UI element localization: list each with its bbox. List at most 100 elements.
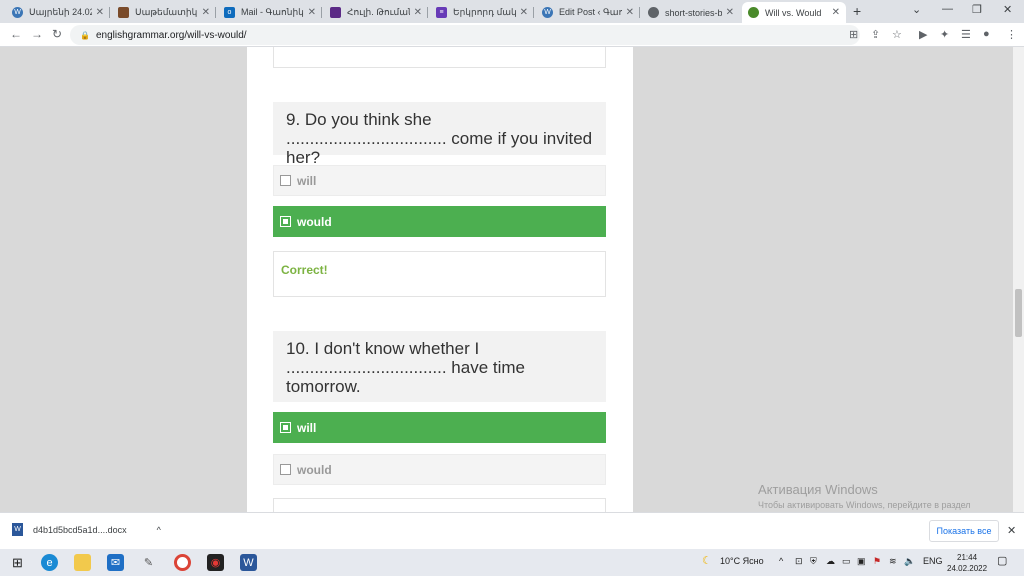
url-text: englishgrammar.org/will-vs-would/ — [95, 29, 247, 41]
tab-2[interactable]: Սաթեմատիկա Տ ✕ — [112, 2, 216, 23]
tab-7[interactable]: short-stories-brit ✕ — [642, 2, 740, 23]
tab-title: Will vs. Would — [765, 7, 822, 18]
lock-icon: 🔒 — [80, 30, 90, 40]
close-icon[interactable]: ✕ — [626, 7, 634, 18]
profile-icon[interactable]: ● — [983, 28, 990, 40]
option-label: would — [297, 462, 332, 477]
weather-text[interactable]: 10°C Ясно — [720, 556, 764, 566]
language-indicator[interactable]: ENG — [923, 556, 943, 566]
tab-3[interactable]: o Mail - Գաոնիկ Ի ✕ — [218, 2, 322, 23]
new-tab-button[interactable]: + — [853, 3, 861, 19]
tab-title: Սաթեմատիկա Տ — [135, 7, 198, 17]
tab-4[interactable]: Հուլի. Թումանյա ✕ — [324, 2, 428, 23]
clock[interactable]: 21:44 24.02.2022 — [947, 552, 987, 574]
tab-title: Հուլի. Թումանյա — [347, 7, 410, 17]
menu-icon[interactable]: ⋮ — [1006, 28, 1017, 41]
feedback-text: Correct! — [281, 263, 328, 277]
reading-list-icon[interactable]: ☰ — [961, 28, 971, 41]
reload-button[interactable]: ↻ — [52, 27, 62, 41]
close-icon[interactable]: ✕ — [308, 7, 316, 18]
tab-5[interactable]: ≡ Երկրորդ մակար ✕ — [430, 2, 534, 23]
tab-title: Mail - Գաոնիկ Ի — [241, 7, 304, 17]
translate-icon[interactable]: ⊞ — [849, 28, 858, 41]
close-icon[interactable]: ✕ — [832, 7, 840, 18]
chevron-up-icon[interactable]: ^ — [157, 525, 161, 535]
close-icon[interactable]: ✕ — [414, 7, 422, 18]
feedback-box: Correct! — [273, 251, 606, 297]
back-button[interactable]: ← — [10, 27, 22, 41]
word-doc-icon: W — [12, 523, 23, 536]
chevron-down-icon[interactable]: ⌄ — [912, 3, 921, 16]
checkbox-icon[interactable] — [280, 464, 291, 475]
maximize-button[interactable]: ❐ — [972, 3, 982, 16]
share-icon[interactable]: ⇪ — [871, 28, 880, 41]
battery-icon[interactable]: ▭ — [842, 556, 851, 567]
window-close-button[interactable]: ✕ — [1003, 3, 1012, 16]
chevron-up-icon[interactable]: ^ — [779, 556, 783, 566]
word-icon[interactable]: W — [240, 554, 257, 571]
network-icon[interactable]: ⊡ — [795, 556, 803, 567]
edge-icon[interactable]: e — [41, 554, 58, 571]
extensions-icon[interactable]: ✦ — [940, 28, 949, 41]
close-icon[interactable]: ✕ — [1007, 524, 1016, 537]
close-icon[interactable]: ✕ — [726, 7, 734, 18]
windows-start-icon[interactable]: ⊞ — [9, 554, 26, 571]
option-will-selected[interactable]: will — [273, 412, 606, 443]
checkbox-checked-icon[interactable] — [280, 422, 291, 433]
question-10: 10. I don't know whether I .............… — [273, 331, 606, 402]
option-label: will — [297, 173, 317, 188]
checkbox-checked-icon[interactable] — [280, 216, 291, 227]
cloud-icon[interactable]: ☁ — [826, 556, 835, 567]
scrollbar-thumb[interactable] — [1015, 289, 1022, 337]
site-icon — [748, 7, 759, 18]
close-icon[interactable]: ✕ — [520, 7, 528, 18]
star-icon[interactable]: ☆ — [892, 28, 902, 41]
shield-icon[interactable]: ⛨ — [810, 556, 817, 567]
question-9: 9. Do you think she ....................… — [273, 102, 606, 167]
tab-1[interactable]: W Սայրենի 24.02.2 ✕ — [6, 2, 110, 23]
browser-toolbar: ← → ↻ 🔒 englishgrammar.org/will-vs-would… — [0, 23, 1024, 47]
flag-icon[interactable]: ⚑ — [873, 556, 881, 567]
tab-strip: W Սայրենի 24.02.2 ✕ Սաթեմատիկա Տ ✕ o Mai… — [0, 0, 1024, 23]
close-icon[interactable]: ✕ — [96, 7, 104, 18]
notifications-icon[interactable]: ▢ — [997, 554, 1007, 567]
option-will[interactable]: will — [273, 165, 606, 196]
volume-icon[interactable]: 🔈 — [904, 556, 915, 567]
wifi-icon[interactable]: ≋ — [889, 556, 897, 567]
paint-icon[interactable]: ✎ — [140, 554, 157, 571]
tab-title: short-stories-brit — [665, 7, 722, 18]
page-scrollbar[interactable] — [1013, 47, 1024, 512]
show-all-button[interactable]: Показать все — [929, 520, 999, 542]
play-icon[interactable]: ▶ — [919, 28, 927, 41]
option-label: would — [297, 214, 332, 229]
address-bar[interactable]: 🔒 englishgrammar.org/will-vs-would/ — [70, 25, 860, 45]
minimize-button[interactable]: — — [942, 3, 953, 15]
checkbox-icon[interactable] — [280, 175, 291, 186]
form-icon: ≡ — [436, 7, 447, 18]
chrome-icon[interactable] — [174, 554, 191, 571]
close-icon[interactable]: ✕ — [202, 7, 210, 18]
tab-title: Սայրենի 24.02.2 — [29, 7, 92, 17]
option-would-selected[interactable]: would — [273, 206, 606, 237]
globe-icon — [648, 7, 659, 18]
display-icon[interactable]: ▣ — [857, 556, 866, 567]
windows-taskbar: ⊞ e ✉ ✎ ◉ W ☾ 10°C Ясно ^ ⊡ ⛨ ☁ ▭ ▣ ⚑ ≋ … — [0, 549, 1024, 576]
next-feedback-box — [273, 498, 606, 512]
wordpress-icon: W — [12, 7, 23, 18]
forward-button[interactable]: → — [31, 27, 43, 41]
file-explorer-icon[interactable] — [74, 554, 91, 571]
previous-feedback-box — [273, 47, 606, 68]
clock-date: 24.02.2022 — [947, 564, 988, 573]
screen-recorder-icon[interactable]: ◉ — [207, 554, 224, 571]
tab-6[interactable]: W Edit Post ‹ Գաոնի ✕ — [536, 2, 640, 23]
download-item[interactable]: W d4b1d5bcd5a1d....docx ^ — [12, 523, 161, 536]
tab-8-active[interactable]: Will vs. Would ✕ — [742, 2, 846, 23]
download-filename: d4b1d5bcd5a1d....docx — [33, 524, 127, 535]
page-background: 9. Do you think she ....................… — [0, 47, 1013, 512]
option-label: will — [297, 420, 317, 435]
option-would[interactable]: would — [273, 454, 606, 485]
tab-title: Edit Post ‹ Գաոնի — [559, 7, 622, 17]
clock-time: 21:44 — [957, 553, 978, 562]
mail-icon[interactable]: ✉ — [107, 554, 124, 571]
outlook-icon: o — [224, 7, 235, 18]
